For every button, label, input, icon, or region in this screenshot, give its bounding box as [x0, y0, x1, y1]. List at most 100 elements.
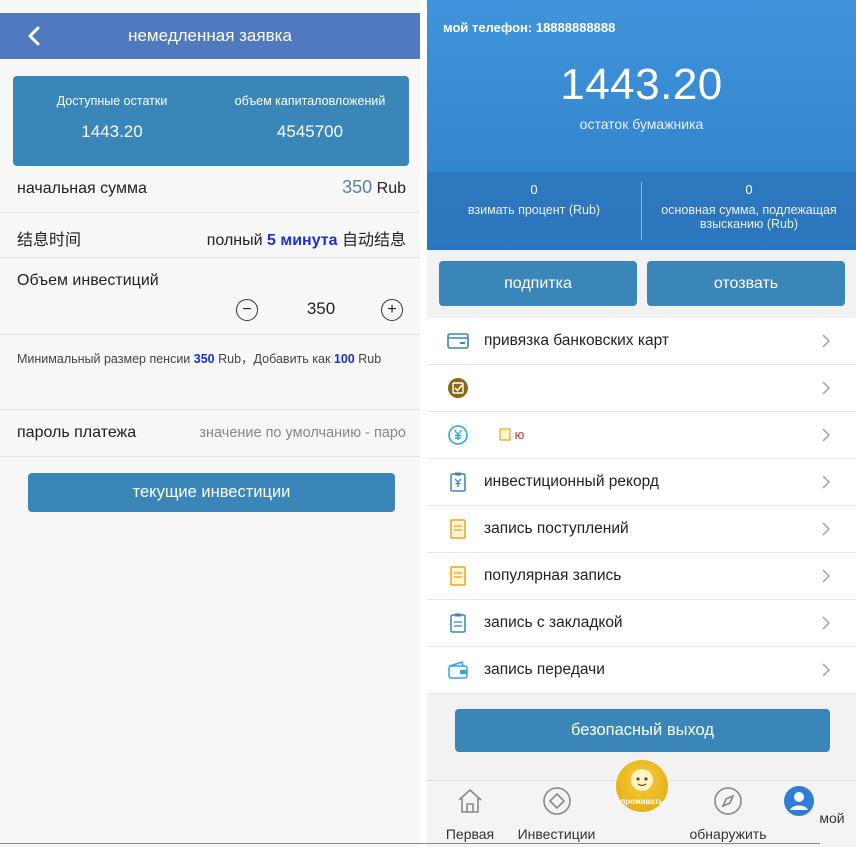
investment-volume-label: Объем инвестиций: [17, 272, 159, 289]
interest-time-highlight: 5 минута: [267, 232, 338, 249]
chevron-right-icon: [822, 663, 831, 677]
initial-amount-value: 350: [342, 177, 373, 197]
account-menu: привязка банковских карт ю инвестиционны…: [427, 318, 856, 694]
note-text-3: Rub: [358, 352, 382, 366]
note-text-2: Rub，Добавить как: [218, 352, 331, 366]
investment-volume-input[interactable]: 350: [286, 299, 356, 319]
chevron-right-icon: [822, 475, 831, 489]
invested-volume: объем капиталовложений 4545700: [211, 76, 409, 142]
user-icon: [784, 786, 815, 816]
interest-time-display: полный 5 минута 自动结息: [207, 226, 406, 250]
menu-item-3[interactable]: ю: [427, 412, 856, 459]
clipboard-icon: [450, 613, 466, 633]
bank-card-icon: [447, 333, 469, 349]
menu-item-income-record[interactable]: запись поступлений: [427, 506, 856, 553]
available-balance-label: Доступные остатки: [56, 94, 168, 108]
home-icon: [458, 789, 482, 813]
phone-number: мой телефон: 18888888888: [443, 20, 616, 35]
wallet-header: мой телефон: 18888888888 1443.20 остаток…: [427, 0, 856, 250]
interest-time-prefix: полный: [206, 232, 263, 249]
tab-label: Инвестиции: [517, 826, 596, 842]
chevron-right-icon: [822, 334, 831, 348]
note-min-amount: 350: [193, 352, 215, 366]
menu-item-label: запись поступлений: [484, 520, 629, 537]
menu-item-label: привязка банковских карт: [484, 332, 669, 349]
chevron-right-icon: [822, 381, 831, 395]
center-tab-label: проживать: [620, 797, 664, 806]
menu-item-transfer-record[interactable]: запись передачи: [427, 647, 856, 694]
note-step-amount: 100: [333, 352, 355, 366]
menu-item-label: инвестиционный рекорд: [484, 473, 659, 490]
menu-item-bank-cards[interactable]: привязка банковских карт: [427, 318, 856, 365]
interest-time-suffix: 自动结息: [341, 232, 406, 249]
menu-item-label: ю: [514, 427, 525, 442]
center-tab-badge: проживать: [616, 760, 668, 812]
topup-button[interactable]: подпитка: [439, 261, 637, 306]
menu-item-2[interactable]: [427, 365, 856, 412]
safe-logout-button[interactable]: безопасный выход: [455, 709, 830, 752]
tab-center-live[interactable]: проживать: [614, 758, 670, 814]
interest-stat: 0 взимать процент (Rub): [427, 182, 641, 217]
diamond-icon: [542, 787, 571, 815]
compass-icon: [714, 787, 742, 815]
yuan-icon: [448, 425, 468, 445]
clipboard-yuan-icon: [450, 472, 466, 492]
menu-item-popular-record[interactable]: популярная запись: [427, 553, 856, 600]
investment-rules-note: Минимальный размер пенсии 350 Rub，Добави…: [17, 345, 407, 373]
interest-stat-label: взимать процент (Rub): [467, 203, 601, 217]
note-icon: [450, 519, 466, 539]
tab-discover[interactable]: обнаружить: [687, 785, 769, 842]
page-title: немедленная заявка: [128, 26, 292, 45]
payment-password-input[interactable]: значение по умолчанию - паро: [199, 425, 406, 441]
principal-stat-label: основная сумма, подлежащая взысканию (Ru…: [661, 203, 837, 231]
payment-password-row: пароль платежа значение по умолчанию - п…: [0, 410, 420, 457]
note-text-1: Минимальный размер пенсии: [17, 352, 191, 366]
menu-item-investment-record[interactable]: инвестиционный рекорд: [427, 459, 856, 506]
menu-item-label: запись с закладкой: [484, 614, 623, 631]
increase-button[interactable]: +: [381, 299, 403, 321]
initial-amount-label: начальная сумма: [17, 180, 147, 197]
chevron-right-icon: [822, 616, 831, 630]
interest-time-row: 结息时间 полный 5 минута 自动结息: [0, 213, 420, 258]
payment-password-label: пароль платежа: [17, 424, 137, 441]
tab-investments[interactable]: Инвестиции: [510, 785, 603, 842]
current-investment-button[interactable]: текущие инвестиции: [28, 473, 395, 512]
chevron-right-icon: [822, 428, 831, 442]
decrease-button[interactable]: −: [236, 299, 258, 321]
menu-item-label: популярная запись: [484, 567, 622, 584]
note-icon: [450, 566, 466, 586]
menu-item-3-text: ю: [499, 412, 524, 458]
checkbox-badge-icon: [448, 378, 468, 398]
invested-volume-label: объем капиталовложений: [234, 94, 386, 108]
page-header: немедленная заявка: [0, 13, 420, 59]
wallet-balance-label: остаток бумажника: [579, 116, 704, 132]
tab-home[interactable]: Первая: [430, 785, 510, 842]
wallet-actions: подпитка отозвать: [427, 250, 856, 318]
tab-label: обнаружить: [689, 826, 767, 842]
wallet-balance: 1443.20: [560, 60, 723, 109]
initial-amount-display: 350 Rub: [342, 177, 406, 198]
tab-label: мой: [819, 810, 845, 826]
interest-time-label: 结息时间: [17, 232, 82, 249]
investment-volume-row: Объем инвестиций − 350 +: [0, 258, 420, 335]
chevron-right-icon: [822, 522, 831, 536]
tab-mine[interactable]: мой: [774, 785, 854, 826]
my-account-panel: мой телефон: 18888888888 1443.20 остаток…: [427, 0, 856, 847]
menu-item-bookmark-record[interactable]: запись с закладкой: [427, 600, 856, 647]
note-icon: [499, 428, 511, 441]
balance-summary-card: Доступные остатки 1443.20 объем капитало…: [13, 76, 409, 166]
investment-volume-stepper: − 350 +: [236, 299, 406, 321]
withdraw-button[interactable]: отозвать: [647, 261, 845, 306]
interest-stat-value: 0: [530, 182, 538, 197]
chevron-right-icon: [822, 569, 831, 583]
available-balance: Доступные остатки 1443.20: [13, 76, 211, 142]
initial-amount-row: начальная сумма 350 Rub: [0, 166, 420, 213]
initial-amount-unit: Rub: [376, 180, 406, 197]
invested-volume-value: 4545700: [276, 122, 344, 141]
wallet-icon: [448, 661, 468, 679]
withdraw-request-panel: немедленная заявка Доступные остатки 144…: [0, 0, 420, 847]
bottom-divider: [0, 843, 820, 844]
menu-item-label: запись передачи: [484, 661, 605, 678]
wallet-stats: 0 взимать процент (Rub) 0 основная сумма…: [427, 172, 856, 250]
available-balance-value: 1443.20: [81, 122, 143, 141]
